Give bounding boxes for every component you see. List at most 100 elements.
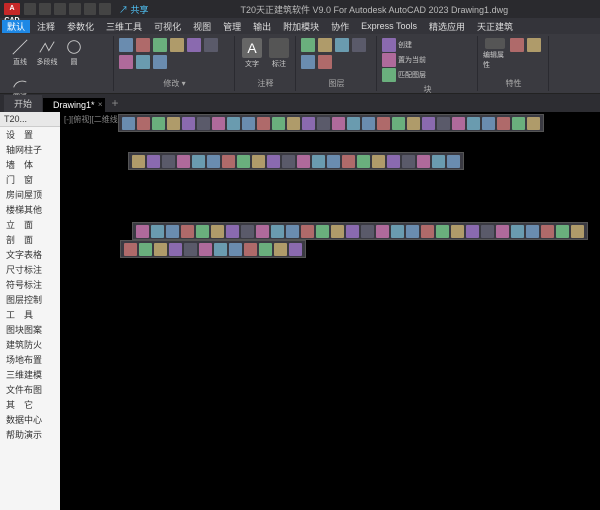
floating-toolbar-0[interactable] (118, 114, 544, 132)
toolbar-1-btn-17[interactable] (387, 155, 400, 168)
ribbon-tab-6[interactable]: 管理 (218, 20, 246, 33)
toolbar-0-btn-26[interactable] (512, 117, 525, 130)
toolbar-0-btn-24[interactable] (482, 117, 495, 130)
toolbar-2-btn-9[interactable] (271, 225, 284, 238)
toolbar-2-btn-14[interactable] (346, 225, 359, 238)
qat-redo-icon[interactable] (84, 3, 96, 15)
toolbar-0-btn-15[interactable] (347, 117, 360, 130)
toolbar-0-btn-17[interactable] (377, 117, 390, 130)
toolbar-1-btn-21[interactable] (447, 155, 460, 168)
sidebar-item-15[interactable]: 场地布置 (0, 352, 60, 367)
share-link[interactable]: ↗ 共享 (119, 3, 149, 16)
toolbar-0-btn-2[interactable] (152, 117, 165, 130)
toolbar-2-btn-22[interactable] (466, 225, 479, 238)
doc-tab-1[interactable]: Drawing1*× (43, 98, 105, 112)
trim-icon[interactable] (187, 38, 201, 52)
ribbon-tab-3[interactable]: 三维工具 (101, 20, 147, 33)
toolbar-3-btn-9[interactable] (259, 243, 272, 256)
toolbar-0-btn-25[interactable] (497, 117, 510, 130)
layer-off-icon[interactable] (352, 38, 366, 52)
sidebar-item-9[interactable]: 尺寸标注 (0, 262, 60, 277)
toolbar-0-btn-14[interactable] (332, 117, 345, 130)
sidebar-item-16[interactable]: 三维建模 (0, 367, 60, 382)
toolbar-2-btn-26[interactable] (526, 225, 539, 238)
ribbon-tab-10[interactable]: Express Tools (356, 21, 422, 31)
toolbar-1-btn-5[interactable] (207, 155, 220, 168)
toolbar-2-btn-7[interactable] (241, 225, 254, 238)
toolbar-1-btn-6[interactable] (222, 155, 235, 168)
rotate-icon[interactable] (170, 38, 184, 52)
toolbar-3-btn-4[interactable] (184, 243, 197, 256)
toolbar-2-btn-20[interactable] (436, 225, 449, 238)
sidebar-item-1[interactable]: 轴网柱子 (0, 142, 60, 157)
toolbar-3-btn-11[interactable] (289, 243, 302, 256)
toolbar-1-btn-4[interactable] (192, 155, 205, 168)
match-props-icon[interactable] (510, 38, 524, 52)
circle-tool[interactable]: 圆 (62, 38, 86, 70)
toolbar-2-btn-29[interactable] (571, 225, 584, 238)
toolbar-0-btn-19[interactable] (407, 117, 420, 130)
floating-toolbar-3[interactable] (120, 240, 306, 258)
toolbar-0-btn-3[interactable] (167, 117, 180, 130)
sidebar-item-8[interactable]: 文字表格 (0, 247, 60, 262)
toolbar-0-btn-12[interactable] (302, 117, 315, 130)
toolbar-2-btn-15[interactable] (361, 225, 374, 238)
floating-toolbar-1[interactable] (128, 152, 464, 170)
sidebar-item-5[interactable]: 楼梯其他 (0, 202, 60, 217)
sidebar-item-0[interactable]: 设 置 (0, 127, 60, 142)
array-icon[interactable] (153, 55, 167, 69)
toolbar-2-btn-4[interactable] (196, 225, 209, 238)
toolbar-0-btn-9[interactable] (257, 117, 270, 130)
qat-open-icon[interactable] (39, 3, 51, 15)
toolbar-2-btn-5[interactable] (211, 225, 224, 238)
toolbar-2-btn-17[interactable] (391, 225, 404, 238)
sidebar-item-13[interactable]: 图块图案 (0, 322, 60, 337)
sidebar-item-10[interactable]: 符号标注 (0, 277, 60, 292)
toolbar-0-btn-0[interactable] (122, 117, 135, 130)
toolbar-1-btn-10[interactable] (282, 155, 295, 168)
sidebar-item-14[interactable]: 建筑防火 (0, 337, 60, 352)
toolbar-1-btn-14[interactable] (342, 155, 355, 168)
sidebar-item-3[interactable]: 门 窗 (0, 172, 60, 187)
toolbar-2-btn-13[interactable] (331, 225, 344, 238)
doc-tab-0[interactable]: 开始 (4, 95, 42, 112)
layer-lock-icon[interactable] (318, 55, 332, 69)
toolbar-3-btn-1[interactable] (139, 243, 152, 256)
toolbar-3-btn-7[interactable] (229, 243, 242, 256)
text-tool[interactable]: A文字 (240, 38, 264, 70)
toolbar-3-btn-3[interactable] (169, 243, 182, 256)
toolbar-2-btn-19[interactable] (421, 225, 434, 238)
new-tab-button[interactable]: + (106, 94, 125, 112)
toolbar-3-btn-10[interactable] (274, 243, 287, 256)
toolbar-3-btn-0[interactable] (124, 243, 137, 256)
toolbar-0-btn-22[interactable] (452, 117, 465, 130)
sidebar-item-7[interactable]: 剖 面 (0, 232, 60, 247)
toolbar-2-btn-1[interactable] (151, 225, 164, 238)
toolbar-1-btn-20[interactable] (432, 155, 445, 168)
toolbar-1-btn-8[interactable] (252, 155, 265, 168)
toolbar-1-btn-0[interactable] (132, 155, 145, 168)
toolbar-0-btn-4[interactable] (182, 117, 195, 130)
toolbar-2-btn-23[interactable] (481, 225, 494, 238)
qat-new-icon[interactable] (24, 3, 36, 15)
ribbon-tab-12[interactable]: 天正建筑 (472, 20, 518, 33)
ribbon-tab-7[interactable]: 输出 (248, 20, 276, 33)
ribbon-tab-1[interactable]: 注释 (32, 20, 60, 33)
toolbar-1-btn-16[interactable] (372, 155, 385, 168)
move-icon[interactable] (119, 38, 133, 52)
sidebar-item-2[interactable]: 墙 体 (0, 157, 60, 172)
toolbar-2-btn-6[interactable] (226, 225, 239, 238)
ribbon-tab-5[interactable]: 视图 (188, 20, 216, 33)
toolbar-1-btn-18[interactable] (402, 155, 415, 168)
toolbar-0-btn-18[interactable] (392, 117, 405, 130)
toolbar-1-btn-9[interactable] (267, 155, 280, 168)
toolbar-0-btn-11[interactable] (287, 117, 300, 130)
toolbar-0-btn-7[interactable] (227, 117, 240, 130)
qat-print-icon[interactable] (99, 3, 111, 15)
layer-state-icon[interactable] (318, 38, 332, 52)
floating-toolbar-2[interactable] (132, 222, 588, 240)
bylayer-icon[interactable] (527, 38, 541, 52)
toolbar-3-btn-6[interactable] (214, 243, 227, 256)
scale-icon[interactable] (136, 55, 150, 69)
close-tab-icon[interactable]: × (98, 100, 103, 109)
